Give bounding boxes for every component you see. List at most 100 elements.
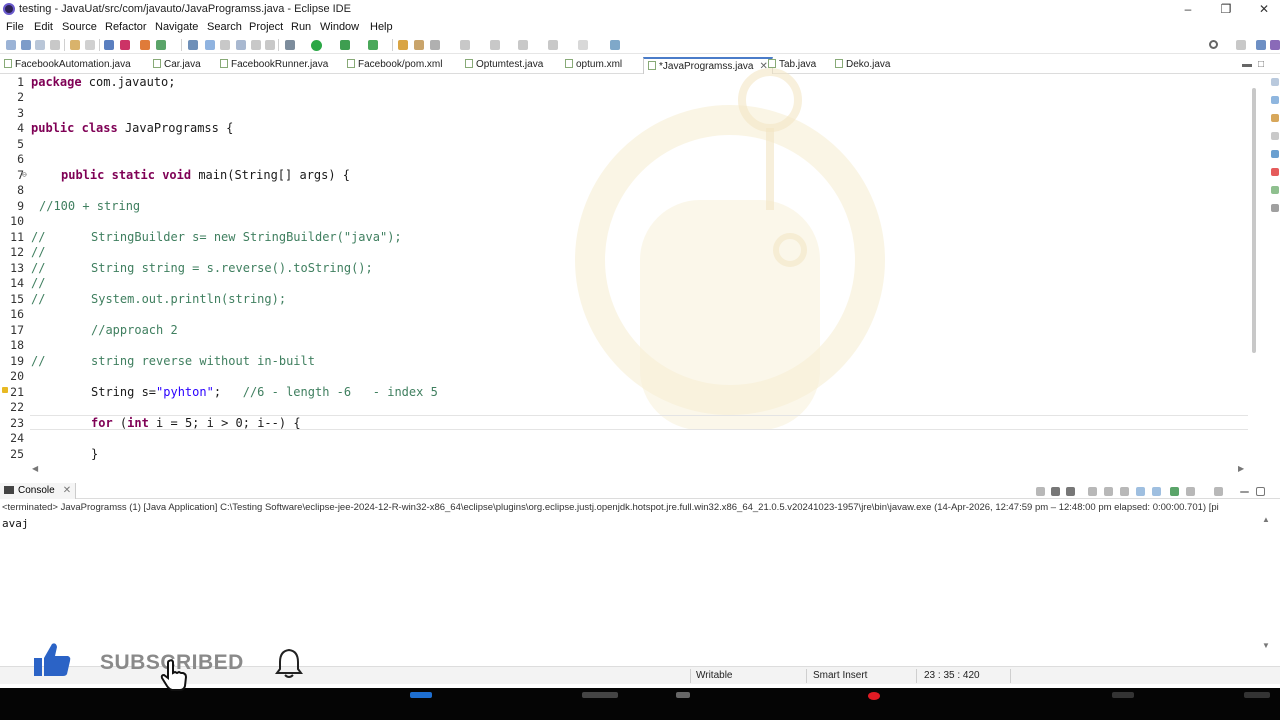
taskbar-app-icon[interactable] [582, 692, 618, 698]
minimize-console-icon[interactable] [1240, 491, 1249, 493]
tab-pom[interactable]: Facebook/pom.xml [347, 57, 442, 74]
menu-window[interactable]: Window [320, 21, 359, 33]
show-stderr-icon[interactable] [1152, 487, 1161, 496]
tab-console[interactable]: Console ✕ [0, 483, 77, 499]
show-stdout-icon[interactable] [1136, 487, 1145, 496]
open-task-icon[interactable] [205, 40, 215, 50]
remove-launch-icon[interactable] [1051, 487, 1060, 496]
warning-marker-icon[interactable] [2, 387, 8, 393]
coverage-icon[interactable] [340, 40, 350, 50]
xml-file-icon [565, 59, 573, 68]
taskbar-app-icon[interactable] [868, 692, 880, 700]
open-type-icon[interactable] [188, 40, 198, 50]
debug-icon[interactable] [285, 40, 295, 50]
tab-facebookrunner[interactable]: FacebookRunner.java [220, 57, 328, 74]
maximize-editor-icon[interactable]: □ [1258, 57, 1264, 74]
menu-edit[interactable]: Edit [34, 21, 53, 33]
refresh-icon[interactable] [156, 40, 166, 50]
console-vertical-scrollbar[interactable]: ▲ ▼ [1262, 515, 1272, 655]
menu-bar: File Edit Source Refactor Navigate Searc… [0, 19, 1280, 35]
pin-console-icon[interactable] [1170, 487, 1179, 496]
taskbar-app-icon[interactable] [676, 692, 690, 698]
external-tools-icon[interactable] [368, 40, 378, 50]
menu-project[interactable]: Project [249, 21, 283, 33]
console-output: avaj [2, 517, 29, 530]
open-console-icon[interactable] [1214, 487, 1223, 496]
scroll-up-icon[interactable]: ▲ [1262, 515, 1270, 524]
bell-icon[interactable] [272, 646, 306, 680]
menu-run[interactable]: Run [291, 21, 311, 33]
new-package-icon[interactable] [414, 40, 424, 50]
xml-file-icon [347, 59, 355, 68]
menu-source[interactable]: Source [62, 21, 97, 33]
prev-annotation-icon[interactable] [490, 40, 500, 50]
menu-search[interactable]: Search [207, 21, 242, 33]
forward-icon[interactable] [548, 40, 558, 50]
taskbar-app-icon[interactable] [410, 692, 432, 698]
back-icon[interactable] [518, 40, 528, 50]
menu-file[interactable]: File [6, 21, 24, 33]
tab-label: Optumtest.java [476, 59, 544, 70]
scroll-right-icon[interactable]: ▶ [1238, 464, 1244, 473]
pin-editor-icon[interactable] [610, 40, 620, 50]
scroll-down-icon[interactable]: ▼ [1262, 641, 1270, 650]
word-wrap-icon[interactable] [1120, 487, 1129, 496]
tab-tab-java[interactable]: Tab.java [768, 57, 816, 74]
new-java-project-icon[interactable] [398, 40, 408, 50]
line-number: 6 [17, 152, 24, 166]
tab-optumtest[interactable]: Optumtest.java [465, 57, 543, 74]
tab-facebookautomation[interactable]: FacebookAutomation.java [4, 57, 131, 74]
new-icon[interactable] [6, 40, 16, 50]
undo-icon[interactable] [70, 40, 80, 50]
block-select-icon[interactable] [251, 40, 261, 50]
java-perspective-icon[interactable] [1270, 40, 1280, 50]
fold-icon[interactable]: ⊖ [22, 170, 27, 179]
java-ee-perspective-icon[interactable] [1256, 40, 1266, 50]
maximize-button[interactable]: ❐ [1206, 0, 1246, 18]
minimize-editor-icon[interactable]: ▬ [1242, 57, 1252, 74]
java-file-icon [835, 59, 843, 68]
skip-breakpoints-icon[interactable] [120, 40, 130, 50]
tab-javaprogramss[interactable]: *JavaProgramss.java ✕ [643, 57, 773, 74]
close-console-icon[interactable]: ✕ [63, 485, 71, 496]
thumbs-up-icon[interactable] [32, 640, 72, 680]
close-tab-icon[interactable]: ✕ [759, 61, 767, 72]
editor-tabs: FacebookAutomation.java Car.java Faceboo… [0, 57, 1280, 74]
display-console-icon[interactable] [1186, 487, 1195, 496]
code-editor[interactable]: 1 2 3 4 5 6 7 8 9 10 11 12 13 14 15 16 1… [0, 75, 1250, 463]
terminate-icon[interactable] [1036, 487, 1045, 496]
language-indicator[interactable] [1112, 692, 1134, 698]
run-icon[interactable] [311, 40, 322, 51]
open-perspective-icon[interactable] [1236, 40, 1246, 50]
editor-horizontal-scrollbar[interactable]: ◀ ▶ [30, 464, 1248, 476]
maximize-console-icon[interactable] [1256, 487, 1265, 496]
clear-console-icon[interactable] [1088, 487, 1097, 496]
save-icon[interactable] [21, 40, 31, 50]
search-tb-icon[interactable] [220, 40, 230, 50]
close-button[interactable]: ✕ [1244, 0, 1280, 18]
menu-refactor[interactable]: Refactor [105, 21, 147, 33]
show-whitespace-icon[interactable] [265, 40, 275, 50]
minimize-button[interactable]: – [1168, 0, 1208, 18]
new-class-icon[interactable] [430, 40, 440, 50]
clock[interactable] [1244, 692, 1270, 698]
build-icon[interactable] [140, 40, 150, 50]
highlight-icon[interactable] [236, 40, 246, 50]
next-annotation-icon[interactable] [460, 40, 470, 50]
search-icon[interactable] [1209, 40, 1218, 49]
remove-all-icon[interactable] [1066, 487, 1075, 496]
tab-deko[interactable]: Deko.java [835, 57, 890, 74]
menu-help[interactable]: Help [370, 21, 393, 33]
save-all-icon[interactable] [35, 40, 45, 50]
print-icon[interactable] [50, 40, 60, 50]
menu-navigate[interactable]: Navigate [155, 21, 198, 33]
editor-vertical-scrollbar[interactable] [1252, 88, 1256, 353]
scroll-left-icon[interactable]: ◀ [32, 464, 38, 473]
tab-car[interactable]: Car.java [153, 57, 201, 74]
tab-optum-xml[interactable]: optum.xml [565, 57, 622, 74]
terminal-icon[interactable] [104, 40, 114, 50]
forward2-icon[interactable] [578, 40, 588, 50]
redo-icon[interactable] [85, 40, 95, 50]
line-number: 10 [10, 214, 24, 228]
scroll-lock-icon[interactable] [1104, 487, 1113, 496]
